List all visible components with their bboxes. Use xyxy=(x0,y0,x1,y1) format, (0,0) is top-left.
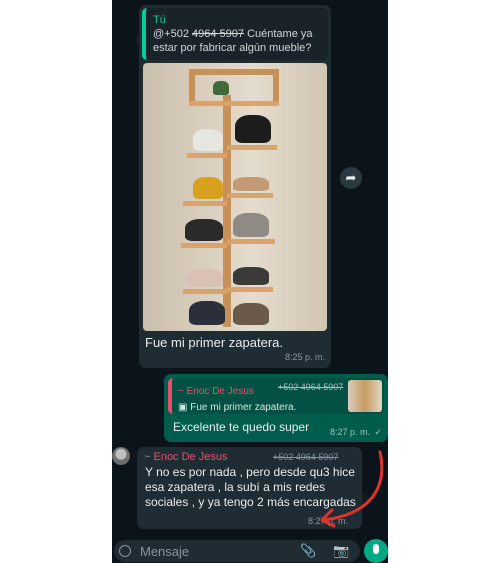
outgoing-reply-bubble[interactable]: ~ Enoc De Jesus +502 4964 5907 ▣ Fue mi … xyxy=(164,374,388,442)
quoted-photo-message[interactable]: ~ Enoc De Jesus +502 4964 5907 ▣ Fue mi … xyxy=(168,378,384,414)
microphone-icon[interactable] xyxy=(364,539,388,563)
quoted-mention-number: 4964 5907 xyxy=(192,28,245,40)
quoted-number: +502 4964 5907 xyxy=(278,382,344,392)
message-author[interactable]: ~ Enoc De Jesus xyxy=(144,451,227,463)
quoted-author: Tú xyxy=(153,14,166,26)
message-time: 8:25 p. m. xyxy=(284,352,325,362)
emoji-icon[interactable] xyxy=(119,545,131,557)
incoming-photo-bubble[interactable]: Tú @+502 4964 5907 Cuéntame ya estar por… xyxy=(139,5,331,368)
attach-icon[interactable]: 📎 xyxy=(300,543,316,559)
avatar[interactable] xyxy=(112,447,130,465)
quoted-message[interactable]: Tú @+502 4964 5907 Cuéntame ya estar por… xyxy=(142,8,328,60)
message-time: 8:27 p. m. xyxy=(329,427,370,437)
quoted-photo-thumbnail xyxy=(348,380,382,412)
sent-check-icon: ✓ xyxy=(374,427,382,437)
camera-icon[interactable]: 📷 xyxy=(333,543,349,559)
chat-screen: Tú @+502 4964 5907 Cuéntame ya estar por… xyxy=(112,0,388,563)
message-placeholder: Mensaje xyxy=(140,544,190,559)
quoted-author: ~ Enoc De Jesus xyxy=(178,386,254,397)
red-arrow-annotation xyxy=(320,450,384,528)
message-text: Excelente te quedo super xyxy=(173,420,310,434)
message-input[interactable]: Mensaje 📎 📷 xyxy=(114,540,360,562)
message-composer: Mensaje 📎 📷 xyxy=(112,538,388,563)
forward-icon[interactable]: ➦ xyxy=(340,167,362,189)
photo-caption: Fue mi primer zapatera. xyxy=(145,335,283,350)
quoted-mention: @+502 xyxy=(153,28,189,40)
shoe-rack-photo[interactable] xyxy=(143,63,327,331)
image-icon: ▣ xyxy=(178,402,188,413)
